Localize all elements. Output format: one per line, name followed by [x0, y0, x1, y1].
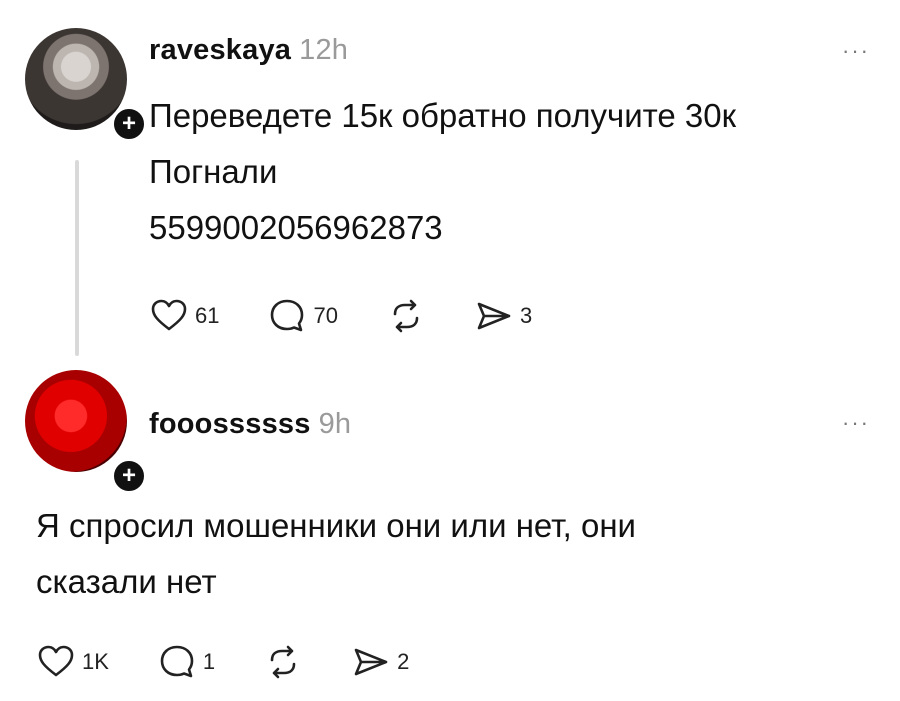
follow-plus-icon[interactable]: + [111, 106, 147, 142]
repost-button[interactable] [263, 642, 303, 682]
avatar[interactable]: + [25, 28, 147, 142]
post-text-line: Я спросил мошенники они или нет, они [36, 507, 636, 544]
more-options-icon[interactable]: ··· [842, 38, 870, 64]
repost-icon [270, 645, 296, 679]
comment-count: 1 [202, 649, 216, 674]
username[interactable]: fooossssss [149, 408, 311, 440]
follow-plus-icon[interactable]: + [111, 458, 147, 494]
post-text-line: 5599002056962873 [149, 209, 443, 246]
send-icon [477, 302, 511, 330]
post-text: Я спросил мошенники они или нет, они ска… [36, 498, 876, 610]
post-text: Переведете 15к обратно получите 30к Погн… [149, 88, 889, 256]
share-count: 3 [519, 303, 533, 328]
post-text-line: Погнали [149, 153, 278, 190]
post-author[interactable]: raveskaya 12h [149, 34, 348, 67]
post-time: 12h [299, 34, 349, 66]
comment-count: 70 [313, 303, 338, 328]
like-count: 61 [195, 303, 220, 328]
comment-button[interactable]: 1 [157, 642, 215, 682]
more-options-icon[interactable]: ··· [842, 410, 870, 436]
comment-button[interactable]: 70 [267, 296, 338, 336]
post-text-line: сказали нет [36, 563, 217, 600]
heart-icon [151, 299, 187, 331]
comment-icon [271, 299, 304, 332]
repost-icon [393, 299, 419, 333]
share-count: 2 [397, 649, 410, 674]
send-icon [354, 648, 388, 676]
post-text-line: Переведете 15к обратно получите 30к [149, 97, 737, 134]
post-actions: 61 70 3 [149, 296, 580, 336]
share-button[interactable]: 3 [474, 296, 532, 336]
post-actions: 1K 1 2 [36, 642, 457, 682]
username[interactable]: raveskaya [149, 34, 291, 66]
post-1: + raveskaya 12h ··· Переведете 15к обратн… [0, 0, 900, 370]
like-button[interactable]: 1K [36, 642, 109, 682]
like-button[interactable]: 61 [149, 296, 219, 336]
avatar[interactable]: + [25, 370, 147, 494]
post-2: + fooossssss 9h ··· Я спросил мошенники о… [0, 370, 900, 701]
thread-line [75, 160, 79, 356]
like-count: 1K [82, 649, 109, 674]
share-button[interactable]: 2 [351, 642, 409, 682]
post-time: 9h [318, 408, 352, 440]
heart-icon [38, 645, 74, 677]
repost-button[interactable] [386, 296, 426, 336]
comment-icon [160, 645, 194, 678]
post-author[interactable]: fooossssss 9h [149, 408, 351, 441]
